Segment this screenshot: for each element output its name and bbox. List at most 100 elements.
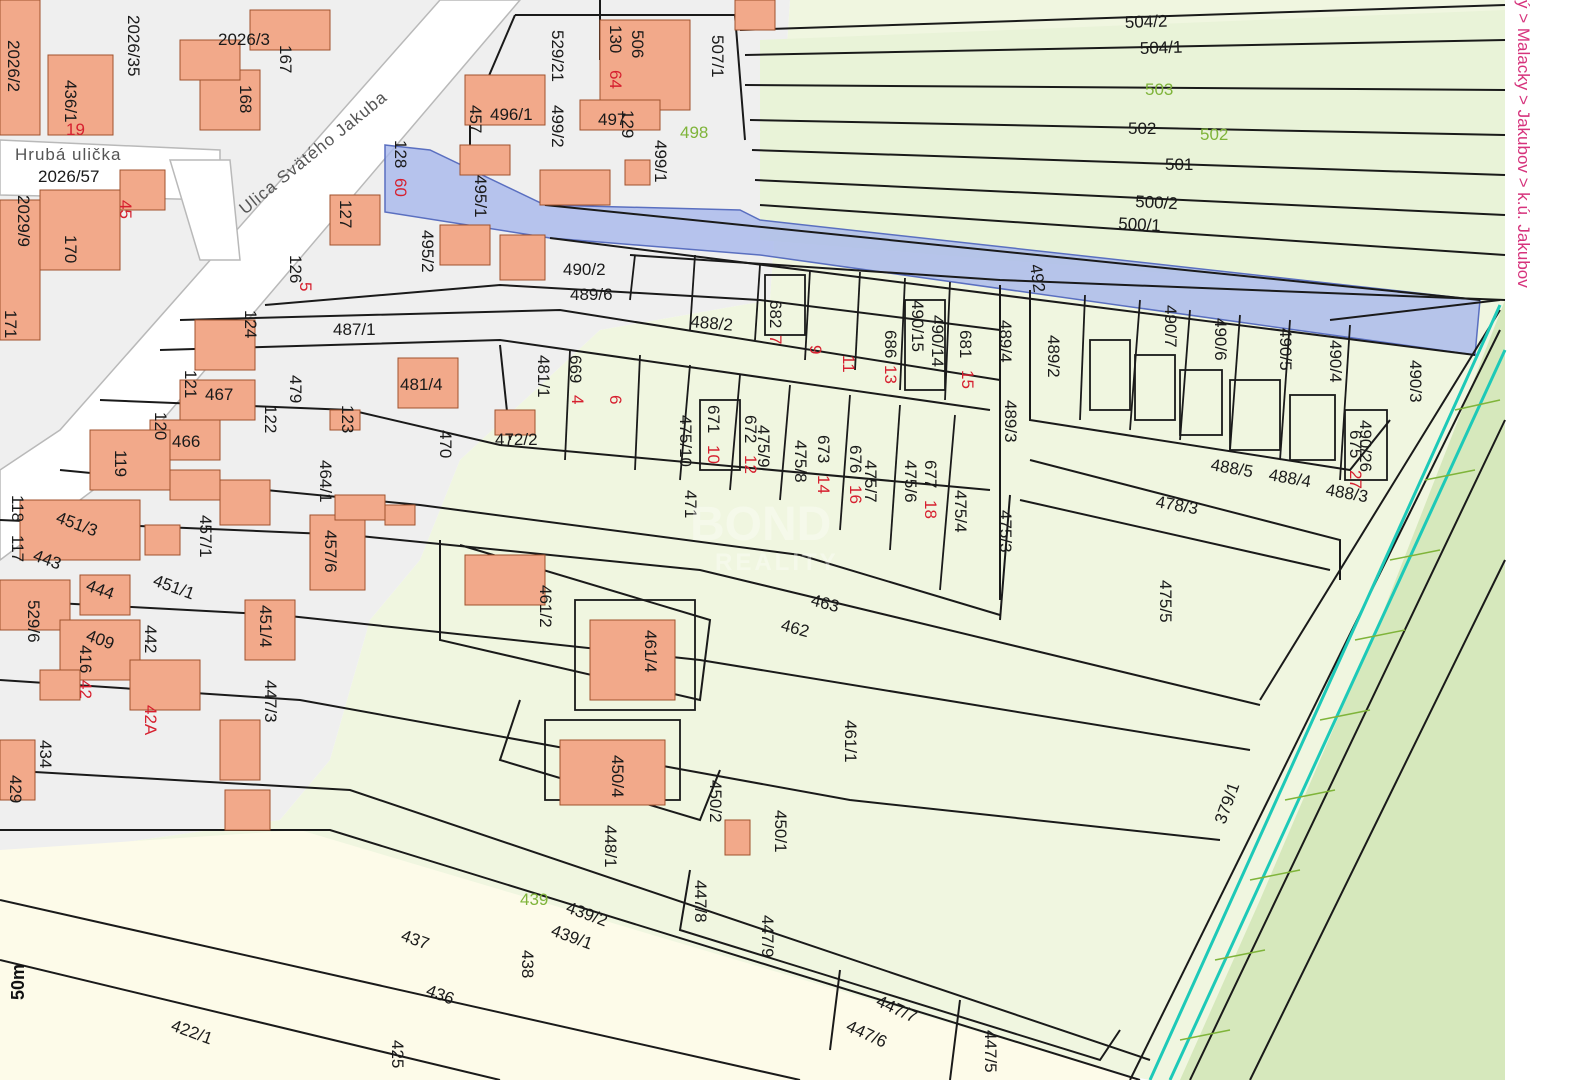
parcel-label: 2026/3 — [218, 30, 270, 49]
parcel-label: 488/2 — [690, 312, 734, 335]
parcel-label: 118 — [8, 495, 27, 522]
parcel-label: 123 — [338, 405, 357, 433]
parcel-label: 490/3 — [1406, 360, 1425, 403]
red-label: 15 — [958, 370, 977, 389]
parcel-label: 681 — [956, 330, 975, 358]
parcel-label: 120 — [151, 412, 170, 440]
parcel-label: 438 — [518, 950, 537, 978]
parcel-label: 126 — [286, 255, 305, 283]
parcel-label: 501 — [1165, 155, 1193, 174]
scale-label: 50m — [8, 964, 28, 1000]
red-label: 4 — [568, 395, 587, 404]
parcel-label: 503 — [1145, 80, 1173, 99]
parcel-label: 506 — [628, 30, 647, 58]
parcel-label: 499/1 — [651, 140, 670, 183]
parcel-label: 496/1 — [490, 105, 533, 124]
parcel-label: 171 — [1, 310, 20, 338]
red-label: 13 — [881, 365, 900, 384]
parcel-label: 475/8 — [791, 440, 810, 483]
red-label: 10 — [704, 445, 723, 464]
parcel-label: 475/10 — [676, 415, 695, 467]
parcel-label: 502 — [1128, 119, 1156, 138]
parcel-label: 130 — [606, 25, 625, 53]
red-label: 60 — [391, 178, 410, 197]
parcel-label: 672 — [741, 415, 760, 443]
watermark: REALITY — [715, 549, 839, 576]
red-label: 45 — [116, 200, 135, 219]
parcel-label: 677 — [921, 460, 940, 488]
parcel-label: 442 — [141, 625, 160, 653]
red-label: 11 — [839, 355, 858, 373]
parcel-label: 124 — [241, 310, 260, 338]
parcel-label: 450/1 — [771, 810, 790, 853]
parcel-label: 490/2 — [563, 260, 606, 279]
parcel-label: 676 — [846, 445, 865, 473]
parcel-label: 495/1 — [471, 175, 490, 218]
parcel-label: 117 — [8, 535, 27, 562]
parcel-label: 490/26 — [1356, 420, 1375, 472]
parcel-label: 451/4 — [256, 605, 275, 648]
parcel-label: 416 — [76, 645, 95, 673]
parcel-label: 122 — [261, 405, 280, 433]
parcel-label: 450/4 — [608, 755, 627, 798]
parcel-label: 448/1 — [601, 825, 620, 868]
parcel-label: 504/1 — [1139, 38, 1182, 58]
parcel-label: 682 — [766, 300, 785, 328]
parcel-label: 490/6 — [1211, 318, 1230, 361]
breadcrumb[interactable]: ý > Malacky > Jakubov > k.ú. Jakubov — [1514, 0, 1533, 288]
parcel-label: 464/1 — [316, 460, 335, 503]
green-label: 502 — [1200, 125, 1228, 144]
red-label: 16 — [846, 485, 865, 504]
parcel-label: 492 — [1026, 263, 1049, 294]
parcel-label: 2026/2 — [4, 40, 23, 92]
parcel-label: 2026/35 — [124, 15, 143, 76]
red-label: 64 — [606, 70, 625, 89]
parcel-label: 447/5 — [981, 1030, 1000, 1073]
red-label: 12 — [741, 455, 760, 474]
parcel-label: 673 — [814, 435, 833, 463]
parcel-label: 489/6 — [570, 285, 613, 304]
parcel-label: 489/2 — [1044, 335, 1063, 378]
parcel-label: 490/4 — [1326, 340, 1345, 383]
parcel-label: 481/4 — [400, 375, 443, 394]
red-label: 42A — [141, 705, 160, 736]
parcel-label: 475/4 — [951, 490, 970, 533]
parcel-label: 498 — [680, 123, 708, 142]
parcel-label: 507/1 — [708, 35, 727, 78]
parcel-label: 121 — [181, 370, 200, 398]
parcel-label: 447/9 — [758, 915, 777, 958]
parcel-label: 472/2 — [495, 430, 538, 449]
red-label: 18 — [921, 500, 940, 519]
parcel-label: 170 — [61, 235, 80, 263]
parcel-label: 490/14 — [928, 315, 947, 367]
parcel-label: 168 — [236, 85, 255, 113]
red-label: 14 — [814, 475, 833, 494]
parcel-label: 467 — [205, 385, 233, 404]
red-label: 19 — [66, 120, 85, 139]
parcel-label: 479 — [286, 375, 305, 403]
parcel-label: 425 — [388, 1040, 407, 1068]
parcel-label: 128 — [391, 140, 410, 168]
parcel-label: 461/2 — [536, 585, 555, 628]
parcel-label: 475/3 — [996, 510, 1015, 553]
red-label: 7 — [766, 335, 785, 344]
parcel-label: 487/1 — [333, 320, 376, 339]
parcel-label: 466 — [172, 432, 200, 451]
parcel-label: 434 — [36, 740, 55, 768]
parcel-label: 490/5 — [1276, 328, 1295, 371]
parcel-label: 475/5 — [1156, 580, 1175, 623]
parcel-label: 457/6 — [321, 530, 340, 573]
red-label: 42 — [76, 680, 95, 699]
green-label: 439 — [520, 890, 548, 909]
red-label: 27 — [1346, 470, 1365, 489]
parcel-label: 2026/57 — [38, 167, 99, 186]
parcel-label: 475/6 — [901, 460, 920, 503]
parcel-label: 499/2 — [548, 105, 567, 148]
parcel-label: 429 — [6, 775, 25, 803]
street-name: Hrubá ulička — [15, 145, 122, 164]
parcel-label: 167 — [276, 45, 295, 73]
parcel-label: 489/3 — [1001, 400, 1020, 443]
cadastral-map[interactable]: Ulica Svätého Jakuba Hrubá ulička 504/2 … — [0, 0, 1580, 1080]
parcel-label: 447/3 — [261, 680, 280, 723]
red-label: 9 — [806, 345, 825, 354]
